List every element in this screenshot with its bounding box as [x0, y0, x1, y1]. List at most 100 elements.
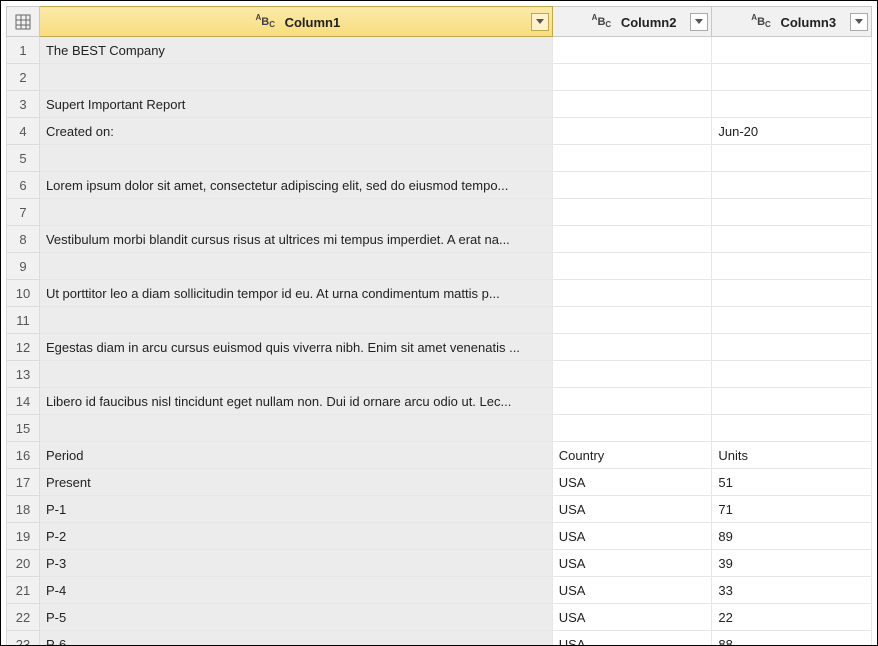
- cell-column1[interactable]: Libero id faucibus nisl tincidunt eget n…: [39, 388, 552, 415]
- row-number[interactable]: 12: [7, 334, 40, 361]
- cell-column1[interactable]: [39, 199, 552, 226]
- row-number[interactable]: 23: [7, 631, 40, 646]
- column-filter-button[interactable]: [690, 13, 708, 31]
- cell-column1[interactable]: Supert Important Report: [39, 91, 552, 118]
- cell-column3[interactable]: 51: [712, 469, 872, 496]
- row-number[interactable]: 8: [7, 226, 40, 253]
- cell-column3[interactable]: 33: [712, 577, 872, 604]
- row-number[interactable]: 1: [7, 37, 40, 64]
- row-number[interactable]: 20: [7, 550, 40, 577]
- table-row[interactable]: 15: [7, 415, 872, 442]
- cell-column3[interactable]: 88: [712, 631, 872, 646]
- cell-column1[interactable]: Period: [39, 442, 552, 469]
- row-number[interactable]: 5: [7, 145, 40, 172]
- table-row[interactable]: 21P-4USA33: [7, 577, 872, 604]
- cell-column2[interactable]: USA: [552, 496, 712, 523]
- cell-column1[interactable]: P-1: [39, 496, 552, 523]
- cell-column2[interactable]: [552, 280, 712, 307]
- datatype-text-icon[interactable]: ABC: [747, 17, 777, 28]
- row-number[interactable]: 4: [7, 118, 40, 145]
- cell-column2[interactable]: [552, 145, 712, 172]
- table-row[interactable]: 5: [7, 145, 872, 172]
- table-row[interactable]: 8Vestibulum morbi blandit cursus risus a…: [7, 226, 872, 253]
- cell-column2[interactable]: [552, 253, 712, 280]
- table-row[interactable]: 18P-1USA71: [7, 496, 872, 523]
- row-number[interactable]: 21: [7, 577, 40, 604]
- cell-column1[interactable]: [39, 415, 552, 442]
- table-row[interactable]: 1The BEST Company: [7, 37, 872, 64]
- cell-column2[interactable]: USA: [552, 631, 712, 646]
- cell-column2[interactable]: [552, 334, 712, 361]
- cell-column2[interactable]: [552, 64, 712, 91]
- cell-column3[interactable]: [712, 415, 872, 442]
- table-row[interactable]: 13: [7, 361, 872, 388]
- table-row[interactable]: 10Ut porttitor leo a diam sollicitudin t…: [7, 280, 872, 307]
- cell-column3[interactable]: [712, 145, 872, 172]
- row-number[interactable]: 3: [7, 91, 40, 118]
- cell-column1[interactable]: Created on:: [39, 118, 552, 145]
- table-row[interactable]: 11: [7, 307, 872, 334]
- cell-column1[interactable]: Vestibulum morbi blandit cursus risus at…: [39, 226, 552, 253]
- table-row[interactable]: 4Created on: Jun-20: [7, 118, 872, 145]
- cell-column2[interactable]: [552, 118, 712, 145]
- column-header-column1[interactable]: ABC Column1: [39, 7, 552, 37]
- table-row[interactable]: 9: [7, 253, 872, 280]
- column-filter-button[interactable]: [531, 13, 549, 31]
- cell-column2[interactable]: USA: [552, 604, 712, 631]
- table-row[interactable]: 23P-6USA88: [7, 631, 872, 646]
- cell-column3[interactable]: 89: [712, 523, 872, 550]
- cell-column1[interactable]: [39, 145, 552, 172]
- cell-column2[interactable]: [552, 307, 712, 334]
- cell-column3[interactable]: [712, 172, 872, 199]
- row-number[interactable]: 17: [7, 469, 40, 496]
- table-row[interactable]: 22P-5USA22: [7, 604, 872, 631]
- cell-column2[interactable]: USA: [552, 469, 712, 496]
- select-all-corner[interactable]: [7, 7, 40, 37]
- cell-column2[interactable]: [552, 172, 712, 199]
- row-number[interactable]: 19: [7, 523, 40, 550]
- cell-column3[interactable]: [712, 253, 872, 280]
- cell-column1[interactable]: P-2: [39, 523, 552, 550]
- cell-column1[interactable]: [39, 64, 552, 91]
- cell-column3[interactable]: Jun-20: [712, 118, 872, 145]
- cell-column1[interactable]: Lorem ipsum dolor sit amet, consectetur …: [39, 172, 552, 199]
- row-number[interactable]: 10: [7, 280, 40, 307]
- cell-column3[interactable]: [712, 64, 872, 91]
- cell-column3[interactable]: Units: [712, 442, 872, 469]
- table-row[interactable]: 2: [7, 64, 872, 91]
- table-row[interactable]: 12Egestas diam in arcu cursus euismod qu…: [7, 334, 872, 361]
- cell-column1[interactable]: [39, 253, 552, 280]
- cell-column2[interactable]: [552, 37, 712, 64]
- cell-column2[interactable]: [552, 415, 712, 442]
- cell-column2[interactable]: USA: [552, 523, 712, 550]
- cell-column3[interactable]: [712, 388, 872, 415]
- cell-column1[interactable]: P-4: [39, 577, 552, 604]
- column-filter-button[interactable]: [850, 13, 868, 31]
- table-row[interactable]: 20P-3USA39: [7, 550, 872, 577]
- cell-column2[interactable]: [552, 226, 712, 253]
- cell-column3[interactable]: [712, 226, 872, 253]
- cell-column3[interactable]: [712, 91, 872, 118]
- table-row[interactable]: 7: [7, 199, 872, 226]
- cell-column1[interactable]: The BEST Company: [39, 37, 552, 64]
- cell-column2[interactable]: [552, 361, 712, 388]
- datatype-text-icon[interactable]: ABC: [251, 17, 281, 28]
- column-header-column2[interactable]: ABC Column2: [552, 7, 712, 37]
- cell-column2[interactable]: [552, 388, 712, 415]
- cell-column3[interactable]: [712, 334, 872, 361]
- cell-column3[interactable]: [712, 280, 872, 307]
- cell-column2[interactable]: [552, 199, 712, 226]
- row-number[interactable]: 9: [7, 253, 40, 280]
- cell-column1[interactable]: P-3: [39, 550, 552, 577]
- cell-column3[interactable]: 22: [712, 604, 872, 631]
- cell-column1[interactable]: Egestas diam in arcu cursus euismod quis…: [39, 334, 552, 361]
- row-number[interactable]: 2: [7, 64, 40, 91]
- cell-column2[interactable]: USA: [552, 550, 712, 577]
- cell-column3[interactable]: [712, 37, 872, 64]
- cell-column2[interactable]: [552, 91, 712, 118]
- cell-column3[interactable]: [712, 199, 872, 226]
- row-number[interactable]: 6: [7, 172, 40, 199]
- table-row[interactable]: 14Libero id faucibus nisl tincidunt eget…: [7, 388, 872, 415]
- table-row[interactable]: 3Supert Important Report: [7, 91, 872, 118]
- cell-column2[interactable]: USA: [552, 577, 712, 604]
